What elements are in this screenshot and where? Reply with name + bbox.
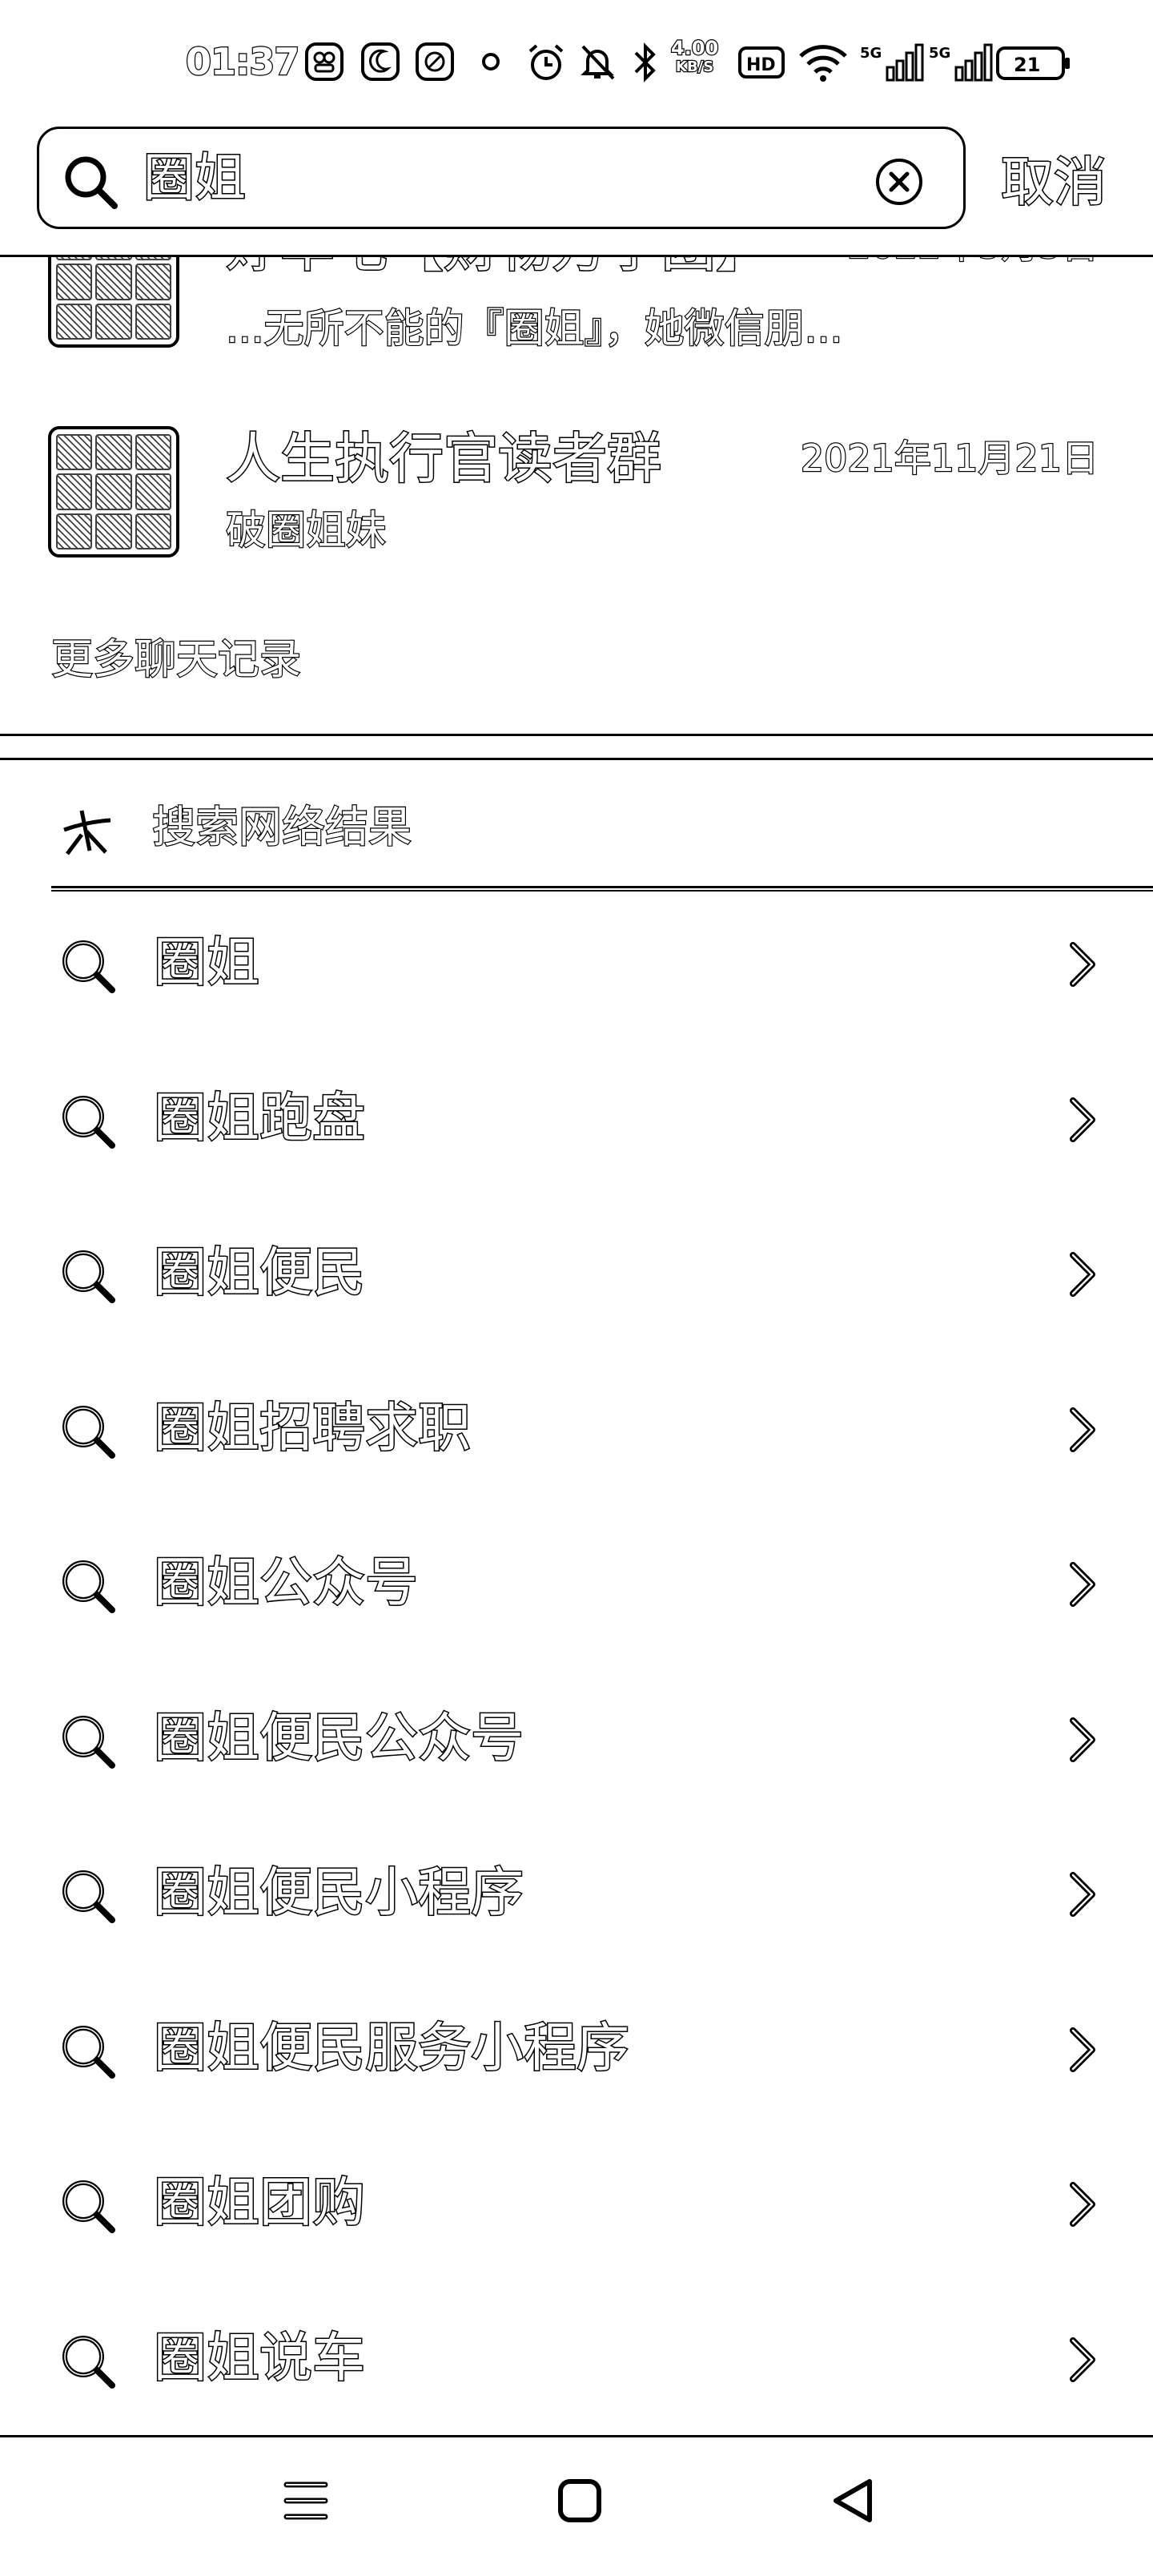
web-result-item[interactable]: 圈姐便民服务小程序 bbox=[0, 1978, 1153, 2132]
chevron-right-icon bbox=[1065, 1714, 1100, 1769]
hd-icon: HD bbox=[738, 46, 785, 78]
web-result-text: 圈姐公众号 bbox=[153, 1551, 420, 1615]
alarm-icon bbox=[525, 42, 567, 83]
home-square-icon bbox=[558, 2479, 601, 2522]
dot-icon bbox=[480, 51, 501, 72]
web-result-item[interactable]: 圈姐便民 bbox=[0, 1202, 1153, 1357]
chevron-right-icon bbox=[1065, 2024, 1100, 2079]
chevron-right-icon bbox=[1065, 1404, 1100, 1459]
net-speed-value: 4.00 bbox=[670, 37, 720, 59]
web-result-text: 圈姐便民公众号 bbox=[153, 1705, 525, 1769]
web-result-item[interactable]: 圈姐招聘求职 bbox=[0, 1358, 1153, 1512]
web-result-text: 圈姐招聘求职 bbox=[153, 1395, 472, 1459]
signal-5g-icon-2: 5G bbox=[929, 42, 993, 83]
chevron-right-icon bbox=[1065, 1249, 1100, 1303]
web-result-text: 圈姐便民 bbox=[153, 1241, 367, 1305]
chevron-right-icon bbox=[1065, 939, 1100, 993]
search-icon bbox=[58, 2021, 119, 2085]
web-result-item[interactable]: 圈姐说车 bbox=[0, 2288, 1153, 2442]
search-web-logo-icon bbox=[58, 803, 119, 867]
search-icon bbox=[58, 1401, 119, 1465]
menu-nav-button[interactable] bbox=[280, 2475, 331, 2530]
search-icon bbox=[58, 2176, 119, 2240]
svg-text:5G: 5G bbox=[929, 45, 950, 62]
web-result-text: 圈姐 bbox=[153, 931, 261, 995]
web-result-item[interactable]: 圈姐便民小程序 bbox=[0, 1822, 1153, 1977]
web-result-text: 圈姐说车 bbox=[153, 2325, 367, 2389]
mute-bell-icon bbox=[576, 42, 618, 83]
web-result-item[interactable]: 圈姐团购 bbox=[0, 2132, 1153, 2287]
scroll-mask bbox=[0, 120, 1153, 255]
search-icon bbox=[58, 1091, 119, 1155]
svg-text:5G: 5G bbox=[860, 45, 882, 62]
section-divider bbox=[0, 734, 1153, 736]
menu-icon bbox=[283, 2481, 328, 2520]
chat-title: 人生执行官读者群 bbox=[224, 427, 662, 493]
web-result-text: 圈姐便民小程序 bbox=[153, 1861, 525, 1925]
chat-snippet: 破圈姐妹 bbox=[225, 506, 387, 554]
web-result-item[interactable]: 圈姐跑盘 bbox=[0, 1048, 1153, 1202]
web-result-item[interactable]: 圈姐公众号 bbox=[0, 1512, 1153, 1667]
wifi-icon bbox=[797, 42, 849, 83]
chat-record-item[interactable]: 人生执行官读者群 2021年11月21日 破圈姐妹 bbox=[0, 417, 1153, 569]
search-icon bbox=[58, 936, 119, 1000]
status-bar: 01:37 4.00 KB/S HD 5G 5G 21 bbox=[0, 0, 1153, 120]
web-result-text: 圈姐便民服务小程序 bbox=[153, 2015, 631, 2079]
search-divider bbox=[0, 255, 1153, 257]
chat-record-item[interactable]: 婷华宅【财物万学团】 2022年5月5日 ...无所不能的『圈姐』，她微信朋..… bbox=[0, 215, 1153, 392]
hd-label: HD bbox=[746, 55, 776, 75]
chevron-right-icon bbox=[1065, 2179, 1100, 2233]
search-icon bbox=[58, 1556, 119, 1620]
web-result-item[interactable]: 圈姐 bbox=[0, 892, 1153, 1047]
search-icon bbox=[58, 1711, 119, 1775]
signal-5g-icon-1: 5G bbox=[860, 42, 924, 83]
chevron-right-icon bbox=[1065, 1559, 1100, 1613]
chevron-right-icon bbox=[1065, 1094, 1100, 1149]
moon-app-icon bbox=[360, 42, 400, 82]
app-notification-icon-2 bbox=[415, 42, 455, 82]
net-speed: 4.00 KB/S bbox=[670, 37, 720, 77]
back-triangle-icon bbox=[834, 2479, 872, 2522]
chevron-right-icon bbox=[1065, 1869, 1100, 1923]
web-result-text: 圈姐跑盘 bbox=[153, 1085, 367, 1149]
battery-icon: 21 bbox=[996, 46, 1071, 80]
battery-level: 21 bbox=[1014, 54, 1040, 76]
search-icon bbox=[58, 1246, 119, 1310]
net-speed-unit: KB/S bbox=[675, 58, 715, 76]
bluetooth-icon bbox=[631, 42, 660, 83]
home-nav-button[interactable] bbox=[554, 2475, 605, 2530]
chevron-right-icon bbox=[1065, 2334, 1100, 2389]
search-icon bbox=[58, 1866, 119, 1930]
back-nav-button[interactable] bbox=[828, 2475, 879, 2530]
web-result-item[interactable]: 圈姐便民公众号 bbox=[0, 1668, 1153, 1822]
more-chat-records-link[interactable]: 更多聊天记录 bbox=[50, 634, 302, 686]
app-notification-icon bbox=[304, 42, 344, 82]
chat-date: 2021年11月21日 bbox=[800, 436, 1100, 481]
chat-snippet: ...无所不能的『圈姐』，她微信朋... bbox=[225, 304, 844, 352]
web-results-rule bbox=[51, 886, 1153, 892]
section-divider bbox=[0, 758, 1153, 760]
web-results-header: 搜索网络结果 bbox=[0, 793, 1153, 873]
web-result-text: 圈姐团购 bbox=[153, 2171, 367, 2235]
search-icon bbox=[58, 2331, 119, 2395]
web-results-label: 搜索网络结果 bbox=[151, 801, 412, 853]
group-avatar bbox=[48, 426, 179, 557]
nav-divider bbox=[0, 2435, 1153, 2437]
status-time: 01:37 bbox=[185, 39, 301, 84]
